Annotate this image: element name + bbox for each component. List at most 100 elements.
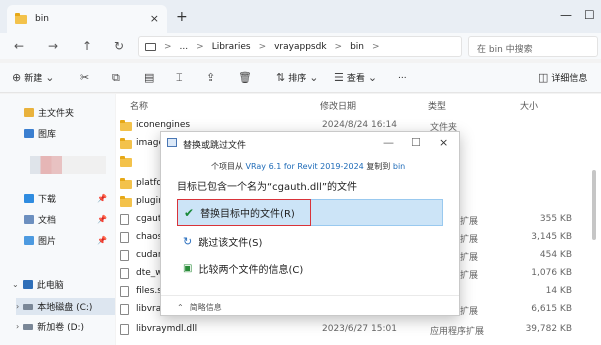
- file-size: 6,615 KB: [531, 304, 572, 314]
- dll-file-icon: [120, 324, 129, 335]
- document-icon: [24, 215, 34, 224]
- details-toggle-label: 简略信息: [189, 303, 222, 312]
- folder-icon: [120, 156, 132, 167]
- highlight-box: [177, 199, 311, 226]
- file-name: libvraymdl.dll: [136, 324, 198, 334]
- pc-icon: [22, 280, 33, 289]
- sidebar-item-downloads[interactable]: 下载: [24, 192, 56, 205]
- chevron-down-icon: ⌄: [12, 280, 19, 289]
- sidebar-item-pictures[interactable]: 图片: [24, 234, 56, 247]
- crumb-bin[interactable]: bin: [350, 42, 364, 52]
- cut-button[interactable]: ✂: [80, 71, 89, 84]
- share-button[interactable]: ⇪: [206, 71, 215, 84]
- chevron-right-icon: ›: [16, 302, 20, 311]
- search-input[interactable]: 在 bin 中搜索: [468, 36, 598, 57]
- gallery-icon: [24, 129, 34, 138]
- view-button[interactable]: ☰ 查看 ⌄: [334, 71, 377, 84]
- delete-button[interactable]: 🗑: [238, 71, 252, 84]
- sidebar-item-label: 新加卷 (D:): [37, 323, 85, 333]
- rename-button[interactable]: ⌶: [176, 71, 183, 85]
- copy-dialog-icon: [167, 138, 177, 147]
- more-crumbs[interactable]: ...: [180, 42, 189, 52]
- crumb-separator: >: [196, 41, 204, 52]
- column-header-size[interactable]: 大小: [520, 99, 538, 112]
- file-size: 39,782 KB: [525, 324, 572, 334]
- file-name: libvra: [136, 304, 162, 314]
- file-name: dte_w: [136, 268, 163, 278]
- dialog-minimize-button[interactable]: —: [383, 136, 394, 149]
- view-icon: ☰: [334, 71, 344, 84]
- compare-option[interactable]: ▣ 比较两个文件的信息(C): [177, 255, 443, 282]
- conflict-message: 目标已包含一个名为“cgauth.dll”的文件: [177, 182, 358, 193]
- column-header-name[interactable]: 名称: [130, 99, 148, 112]
- details-pane-button[interactable]: ◫ 详细信息: [538, 71, 587, 84]
- paste-button[interactable]: ▤: [144, 71, 154, 84]
- skip-option[interactable]: ↻ 跳过该文件(S): [177, 228, 443, 255]
- tab-title: bin: [35, 14, 49, 24]
- file-type: 应用程序扩展: [430, 327, 485, 337]
- crumb-libraries[interactable]: Libraries: [212, 42, 251, 52]
- sidebar-item-this-pc[interactable]: ⌄ 此电脑: [12, 278, 64, 291]
- file-type: 扩展: [460, 217, 479, 227]
- new-button[interactable]: ⊕ 新建 ⌄: [12, 71, 54, 84]
- table-row[interactable]: libvraymdl.dll 2023/6/27 15:01 应用程序扩展 39…: [120, 321, 598, 339]
- file-date: 2024/8/24 16:14: [322, 120, 397, 130]
- more-options-button[interactable]: ...: [398, 71, 407, 81]
- compare-icon: ▣: [183, 263, 193, 274]
- scissors-icon: ✂: [80, 71, 90, 84]
- scrollbar[interactable]: [592, 170, 596, 240]
- sidebar-item-gallery[interactable]: 图库: [24, 127, 56, 140]
- plus-circle-icon: ⊕: [12, 71, 22, 84]
- skip-icon: ↻: [183, 235, 193, 248]
- source-folder-link[interactable]: VRay 6.1 for Revit 2019-2024: [246, 162, 364, 171]
- crumb-separator: >: [372, 41, 380, 52]
- crumb-separator: >: [164, 41, 172, 52]
- compare-option-label: 比较两个文件的信息(C): [198, 265, 304, 276]
- pin-icon[interactable]: 📌: [97, 215, 107, 224]
- replace-or-skip-dialog: 替换或跳过文件 — ☐ × 个项目从 VRay 6.1 for Revit 20…: [160, 131, 460, 316]
- sort-label: 排序: [288, 74, 307, 84]
- chevron-down-icon: ⌄: [367, 71, 378, 84]
- back-button[interactable]: ←: [14, 39, 24, 53]
- folder-icon: [120, 120, 132, 131]
- address-field[interactable]: > ... > Libraries > vrayappsdk > bin >: [138, 36, 462, 57]
- destination-folder-link[interactable]: bin: [393, 162, 405, 171]
- fewer-details-toggle[interactable]: ⌃ 简略信息: [177, 302, 222, 313]
- copy-summary-mid: 复制到: [366, 162, 391, 171]
- drive-icon: [23, 323, 34, 330]
- folder-icon: [15, 12, 27, 24]
- file-size: 1,076 KB: [531, 268, 572, 278]
- tab-bin[interactable]: bin ×: [7, 5, 167, 33]
- dialog-close-button[interactable]: ×: [439, 136, 448, 149]
- pin-icon[interactable]: 📌: [97, 236, 107, 245]
- sidebar-item-drive-d[interactable]: › 新加卷 (D:): [16, 320, 84, 333]
- download-icon: [24, 194, 34, 203]
- sort-button[interactable]: ⇅ 排序 ⌄: [276, 71, 318, 84]
- tab-bar: bin × + — ☐: [0, 0, 601, 33]
- details-pane-icon: ◫: [538, 71, 549, 84]
- file-size: 14 KB: [545, 286, 572, 296]
- chevron-down-icon: ⌄: [45, 71, 55, 84]
- new-tab-button[interactable]: +: [176, 9, 188, 25]
- copy-summary-prefix: 个项目从: [211, 162, 243, 171]
- sidebar-item-drive-c[interactable]: › 本地磁盘 (C:): [16, 298, 115, 315]
- refresh-button[interactable]: ↻: [114, 39, 124, 53]
- sidebar-item-documents[interactable]: 文档: [24, 213, 56, 226]
- copy-button[interactable]: ⧉: [112, 71, 120, 85]
- sidebar-item-home[interactable]: 主文件夹: [24, 106, 74, 119]
- up-button[interactable]: ↑: [82, 39, 92, 53]
- maximize-button[interactable]: ☐: [584, 8, 595, 22]
- sidebar-item-label: 主文件夹: [38, 109, 75, 119]
- tab-close-icon[interactable]: ×: [150, 12, 159, 25]
- pin-icon[interactable]: 📌: [97, 194, 107, 203]
- crumb-vrayappsdk[interactable]: vrayappsdk: [274, 42, 326, 52]
- copy-icon: ⧉: [112, 71, 120, 84]
- forward-button[interactable]: →: [48, 39, 58, 53]
- dialog-maximize-button[interactable]: ☐: [411, 136, 421, 149]
- dialog-divider: [161, 295, 459, 296]
- column-header-date[interactable]: 修改日期: [320, 99, 356, 112]
- minimize-button[interactable]: —: [560, 8, 572, 22]
- column-header-type[interactable]: 类型: [428, 99, 446, 112]
- file-type: 扩展: [460, 271, 479, 281]
- file-size: 454 KB: [539, 250, 572, 260]
